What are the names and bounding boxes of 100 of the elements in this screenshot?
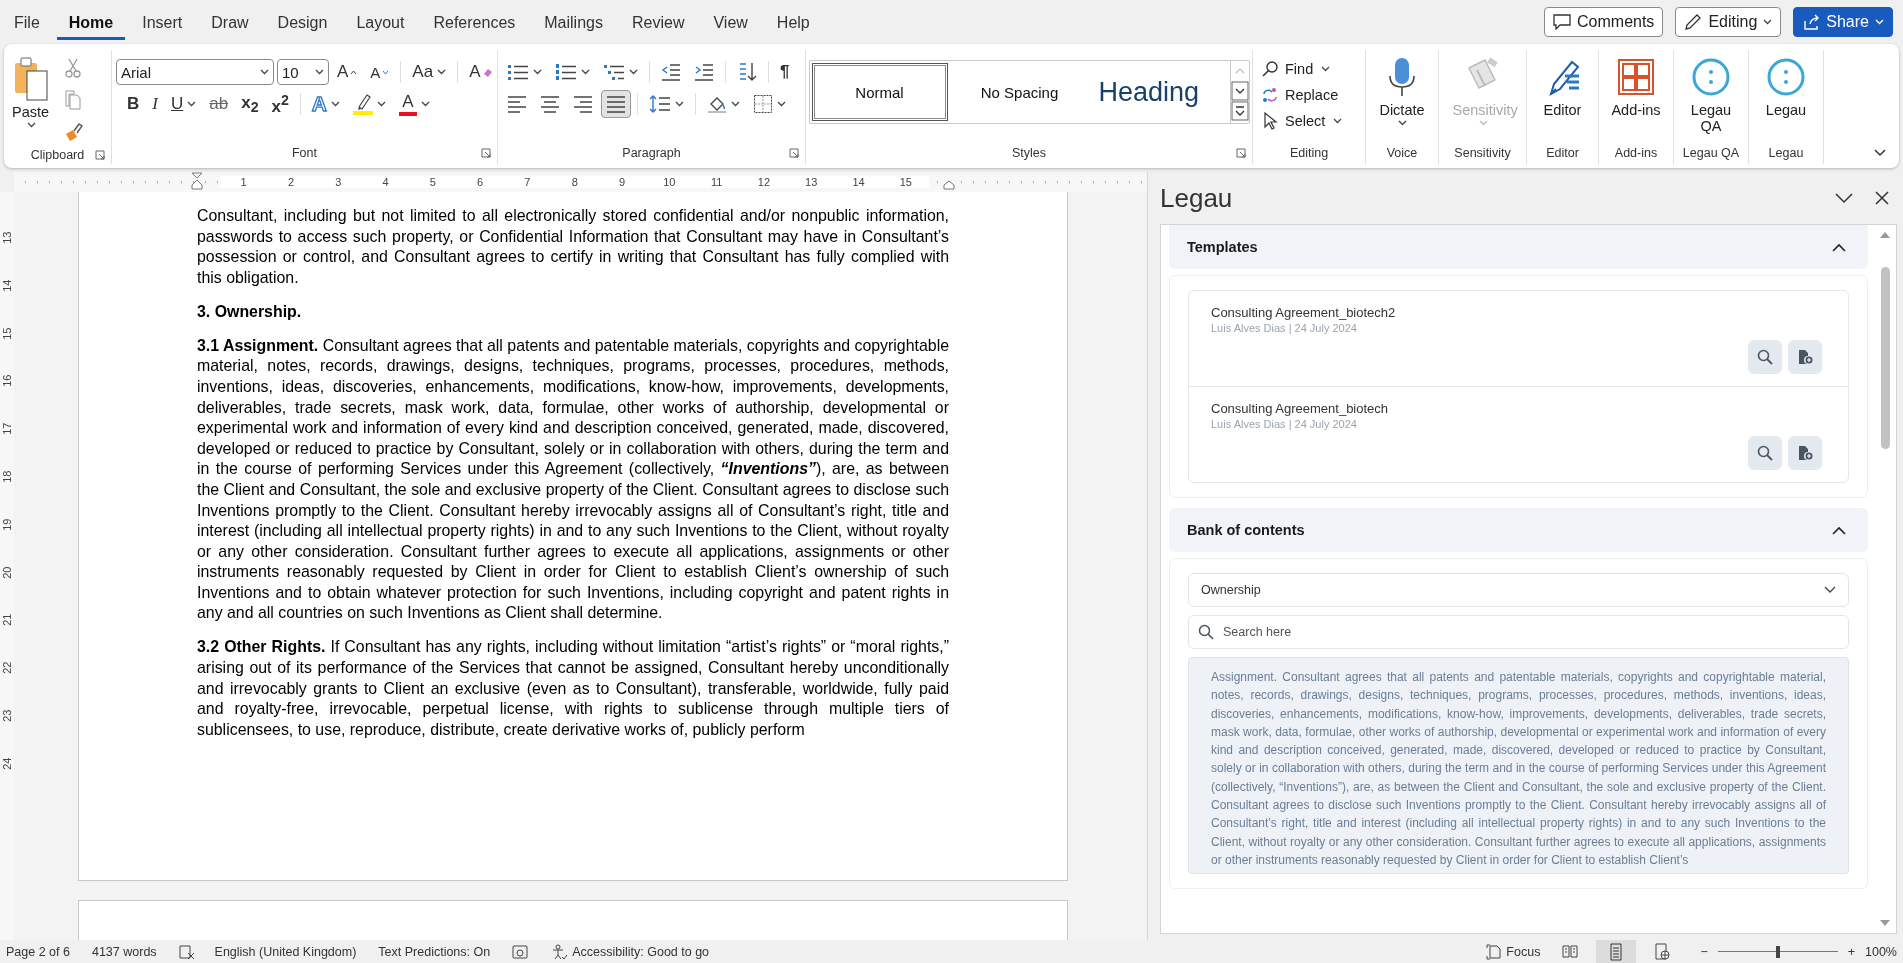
ribbon-tab[interactable]: Home xyxy=(56,4,126,40)
select-button[interactable]: Select xyxy=(1257,108,1347,134)
replace-button[interactable]: Replace xyxy=(1257,82,1347,108)
section-header[interactable]: Templates xyxy=(1169,225,1868,269)
shrink-font-button[interactable]: A xyxy=(365,58,395,86)
zoom-level[interactable]: 100% xyxy=(1865,944,1897,959)
focus-button[interactable]: Focus xyxy=(1482,940,1545,963)
caret-icon xyxy=(675,101,684,107)
grow-font-button[interactable]: A xyxy=(332,58,363,86)
scroll-down-icon[interactable] xyxy=(1230,81,1249,101)
editor-button[interactable]: Editor xyxy=(1538,54,1587,120)
ruler-number: 9 xyxy=(598,176,646,188)
share-button[interactable]: Share xyxy=(1793,7,1893,37)
bullet-list-icon xyxy=(507,63,529,81)
style-option[interactable]: Normal xyxy=(811,63,948,121)
scroll-up-icon[interactable] xyxy=(1879,231,1891,239)
highlighter-icon xyxy=(353,93,373,115)
ribbon-tab[interactable]: Help xyxy=(764,4,822,40)
indent-marker-icon[interactable] xyxy=(191,172,203,190)
group-label: Font xyxy=(292,146,317,160)
ribbon-tab[interactable]: Review xyxy=(619,4,697,40)
language-status[interactable]: English (United Kingdom) xyxy=(214,944,357,959)
subscript-button[interactable]: x$_{2}$ xyxy=(236,90,264,118)
ribbon-tab[interactable]: Mailings xyxy=(532,4,615,40)
ruler-number: 10 xyxy=(645,176,693,188)
caret-icon xyxy=(533,69,542,75)
file-plus-icon xyxy=(1797,349,1813,365)
more-styles-icon[interactable] xyxy=(1230,101,1249,121)
caret-icon xyxy=(377,101,386,107)
collapse-ribbon-icon[interactable] xyxy=(1873,148,1887,158)
collapse-pane-button[interactable] xyxy=(1835,192,1853,204)
underline-button[interactable]: U xyxy=(165,90,202,118)
bold-button[interactable]: B xyxy=(122,90,145,118)
macro-recorder-icon[interactable] xyxy=(512,944,529,959)
group-label: Paragraph xyxy=(622,146,681,160)
ruler-number: 15 xyxy=(882,176,930,188)
preview-button[interactable] xyxy=(1748,436,1782,470)
italic-button[interactable]: I xyxy=(147,90,163,118)
ruler-number: 18 xyxy=(1,470,13,483)
group-label: Clipboard xyxy=(30,148,85,162)
change-case-button[interactable]: Aa xyxy=(407,58,452,86)
zoom-out-button[interactable]: − xyxy=(1696,940,1712,963)
ruler-number: 13 xyxy=(1,231,13,244)
category-dropdown[interactable]: Ownership xyxy=(1188,573,1849,607)
font-color-button[interactable]: A xyxy=(394,90,435,118)
editing-mode-button[interactable]: Editing xyxy=(1675,7,1782,37)
add-ins-button[interactable]: Add-ins xyxy=(1607,54,1665,120)
search-field[interactable]: Search here xyxy=(1188,615,1849,649)
search-icon xyxy=(1757,349,1773,365)
preview-button[interactable] xyxy=(1748,340,1782,374)
chevron-down-icon xyxy=(1824,586,1836,594)
ribbon-tab[interactable]: References xyxy=(421,4,528,40)
clear-formatting-button[interactable]: A xyxy=(464,58,498,86)
legau-button[interactable]: Legau QA xyxy=(1678,54,1744,136)
insert-file-button[interactable] xyxy=(1788,340,1822,374)
dialog-launcher-icon[interactable] xyxy=(481,148,491,158)
color-underline-icon xyxy=(399,112,417,116)
scroll-down-icon[interactable] xyxy=(1879,919,1891,927)
close-button[interactable] xyxy=(1875,191,1889,205)
find-button[interactable]: Find xyxy=(1257,56,1347,82)
scroll-thumb[interactable] xyxy=(1880,267,1890,449)
accessibility-status[interactable]: Accessibility: Good to go xyxy=(548,940,714,963)
caret-icon xyxy=(1321,66,1331,72)
show-marks-button[interactable]: ¶ xyxy=(775,58,795,86)
dictate-button[interactable]: Dictate xyxy=(1375,54,1429,128)
caret-icon xyxy=(1479,120,1488,126)
ribbon-tab[interactable]: File xyxy=(2,4,52,40)
ribbon-tab[interactable]: Insert xyxy=(130,4,195,40)
justify-button[interactable] xyxy=(601,90,631,118)
insert-file-button[interactable] xyxy=(1788,436,1822,470)
ribbon-tab[interactable]: Design xyxy=(265,4,340,40)
print-view-button[interactable] xyxy=(1596,940,1637,963)
comments-button[interactable]: Comments xyxy=(1544,7,1664,37)
ribbon-tab[interactable]: Draw xyxy=(199,4,261,40)
pane-title: Legau xyxy=(1160,182,1234,214)
caret-icon xyxy=(315,69,324,75)
dialog-launcher-icon[interactable] xyxy=(789,148,799,158)
paragraph: 3.2 Other Rights. If Consultant has any rights, including without limitation “artist’s rights” or “moral rights,” arising out of its performance of the Services that cannot be assigned, Consultant hereby unconditionally and irrevocably grants to Client an exclusive (even as to Consultant), transferable, worldwide, fully paid and royalty-free, irrevocable, perpetual license, with rights to sublicense through multiple tiers of sublicensees, to use, reproduce, distribute, create derivative works of, publicly perform xyxy=(197,637,949,740)
font-size-dropdown[interactable]: 10 xyxy=(277,59,329,85)
caret-icon xyxy=(382,69,390,75)
proofing-icon[interactable] xyxy=(178,943,195,960)
chevron-up-icon xyxy=(1832,525,1846,535)
font-name-dropdown[interactable]: Arial xyxy=(116,59,274,85)
focus-icon xyxy=(1486,943,1503,960)
zoom-slider-thumb[interactable] xyxy=(1775,945,1780,958)
justify-icon xyxy=(606,95,626,113)
paste-button[interactable]: Paste xyxy=(8,54,54,130)
section-header[interactable]: Bank of contents xyxy=(1169,508,1868,552)
zoom-in-button[interactable]: + xyxy=(1843,940,1859,963)
ribbon-tab[interactable]: Layout xyxy=(344,4,417,40)
text-predictions-status[interactable]: Text Predictions: On xyxy=(378,944,491,959)
ruler-number: 1 xyxy=(220,176,268,188)
text-effects-button[interactable]: A xyxy=(306,90,345,118)
dialog-launcher-icon[interactable] xyxy=(95,150,105,160)
caret-icon xyxy=(629,69,638,75)
superscript-button[interactable]: x$^{2}$ xyxy=(266,90,294,118)
strikethrough-button[interactable]: ab xyxy=(204,90,234,118)
legau-button[interactable]: Legau xyxy=(1761,54,1811,120)
dialog-launcher-icon[interactable] xyxy=(1236,148,1246,158)
ribbon-tab[interactable]: View xyxy=(701,4,760,40)
